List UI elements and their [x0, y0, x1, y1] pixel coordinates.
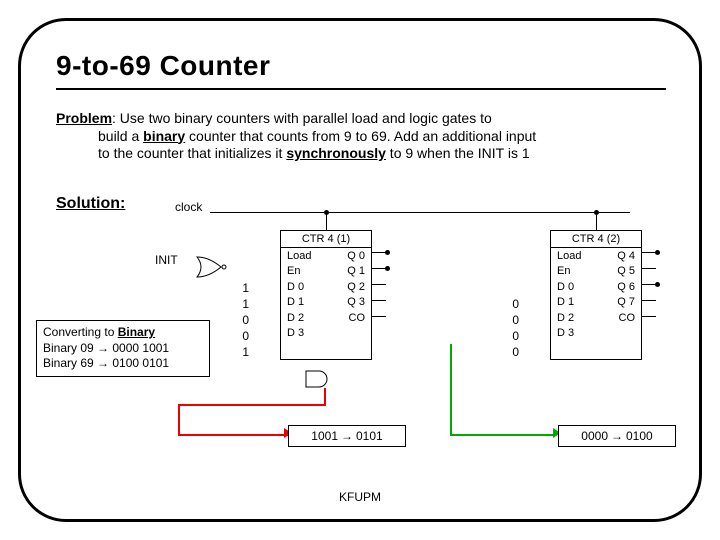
- ctr1-d0-pin: D 0: [287, 281, 304, 293]
- wire-stub: [372, 252, 386, 253]
- clock-wire: [210, 212, 630, 213]
- carry-wire: [450, 434, 554, 436]
- ctr1-q1-pin: Q 1: [347, 265, 365, 277]
- ctr2-q5-pin: Q 5: [617, 265, 635, 277]
- or-gate-icon: [195, 256, 227, 278]
- arrow-icon: →: [608, 429, 626, 443]
- counter-2-title: CTR 4 (2): [551, 231, 641, 248]
- counter-1-title: CTR 4 (1): [281, 231, 371, 248]
- counter-1-box: CTR 4 (1) Load Q 0 En Q 1 D 0 Q 2 D 1 Q 3 D …: [280, 230, 372, 360]
- range1-from: 1001: [311, 429, 338, 443]
- carry-wire: [450, 344, 452, 436]
- wire-node: [385, 250, 390, 255]
- ctr2-co-pin: CO: [619, 312, 636, 324]
- ctr2-d0-pin: D 0: [557, 281, 574, 293]
- problem-line3a: to the counter that initializes it: [98, 145, 286, 161]
- feedback-wire: [178, 404, 180, 434]
- wire-node: [594, 210, 599, 215]
- wire-stub: [642, 252, 656, 253]
- ctr2-en-pin: En: [557, 265, 570, 277]
- ctr2-q7-pin: Q 7: [617, 296, 635, 308]
- ctr1-en-pin: En: [287, 265, 300, 277]
- wire-node: [655, 282, 660, 287]
- wire-node: [324, 210, 329, 215]
- wire-stub: [372, 300, 386, 301]
- wire-node: [385, 266, 390, 271]
- arrow-icon: →: [338, 429, 356, 443]
- bit-d1: 0: [235, 312, 249, 328]
- ctr1-q3-pin: Q 3: [347, 296, 365, 308]
- init-label: INIT: [155, 253, 178, 267]
- bit-d2: 0: [235, 328, 249, 344]
- feedback-wire: [178, 434, 288, 436]
- wire-stub: [642, 300, 656, 301]
- wire-stub: [372, 268, 386, 269]
- ctr2-q6-pin: Q 6: [617, 281, 635, 293]
- wire-stub: [642, 284, 656, 285]
- ctr1-q0-pin: Q 0: [347, 250, 365, 262]
- bit-d3: 0: [505, 344, 519, 360]
- bit-d0: 1: [235, 296, 249, 312]
- range-box-2: 0000 → 0100: [558, 425, 676, 447]
- ctr2-q4-pin: Q 4: [617, 250, 635, 262]
- and-gate-icon: [305, 370, 333, 388]
- ctr1-d3-pin: D 3: [287, 327, 304, 339]
- counter-2-box: CTR 4 (2) Load Q 4 En Q 5 D 0 Q 6 D 1 Q 7 D …: [550, 230, 642, 360]
- bit-d0: 0: [505, 296, 519, 312]
- feedback-wire: [178, 404, 326, 406]
- problem-label: Problem: [56, 110, 112, 126]
- footer-text: KFUPM: [0, 490, 720, 504]
- title-underline: [56, 88, 666, 90]
- feedback-wire: [324, 388, 326, 404]
- range1-to: 0101: [356, 429, 383, 443]
- wire-stub: [372, 316, 386, 317]
- range2-from: 0000: [581, 429, 608, 443]
- problem-line3c: to 9 when the INIT is 1: [386, 145, 530, 161]
- wire-node: [655, 250, 660, 255]
- problem-line2c: counter that counts from 9 to 69. Add an…: [185, 128, 536, 144]
- ctr1-load-pin: Load: [287, 250, 311, 262]
- range2-to: 0100: [626, 429, 653, 443]
- problem-line1: : Use two binary counters with parallel …: [112, 110, 492, 126]
- wire-stub: [372, 284, 386, 285]
- problem-sync-word: synchronously: [286, 145, 386, 161]
- bit-d2: 0: [505, 328, 519, 344]
- range-box-1: 1001 → 0101: [288, 425, 406, 447]
- conv-head-b: Binary: [118, 325, 155, 339]
- ctr2-d1-pin: D 1: [557, 296, 574, 308]
- problem-binary-word: binary: [143, 128, 185, 144]
- ctr1-co-pin: CO: [349, 312, 366, 324]
- bit-d3: 1: [235, 344, 249, 360]
- ctr2-load-pin: Load: [557, 250, 581, 262]
- ctr2-d2-pin: D 2: [557, 312, 574, 324]
- counter-1-input-bits: 1 1 0 0 1: [235, 280, 249, 360]
- wire-stub: [642, 316, 656, 317]
- ctr2-d3-pin: D 3: [557, 327, 574, 339]
- conversion-box: Converting to Binary Binary 09 → 0000 10…: [36, 320, 210, 377]
- slide-title: 9-to-69 Counter: [56, 50, 270, 82]
- conv-head: Converting to: [43, 325, 118, 339]
- bit-en: 1: [235, 280, 249, 296]
- solution-label: Solution:: [56, 195, 125, 213]
- conv-line-2: Binary 69 → 0100 0101: [43, 356, 203, 372]
- clock-label: clock: [175, 200, 202, 214]
- ctr1-d2-pin: D 2: [287, 312, 304, 324]
- ctr1-d1-pin: D 1: [287, 296, 304, 308]
- problem-statement: Problem: Use two binary counters with pa…: [56, 110, 664, 163]
- problem-line2a: build a: [98, 128, 143, 144]
- conv-line-1: Binary 09 → 0000 1001: [43, 341, 203, 357]
- ctr1-q2-pin: Q 2: [347, 281, 365, 293]
- bit-d1: 0: [505, 312, 519, 328]
- counter-2-input-bits: 0 0 0 0: [505, 296, 519, 360]
- wire-stub: [642, 268, 656, 269]
